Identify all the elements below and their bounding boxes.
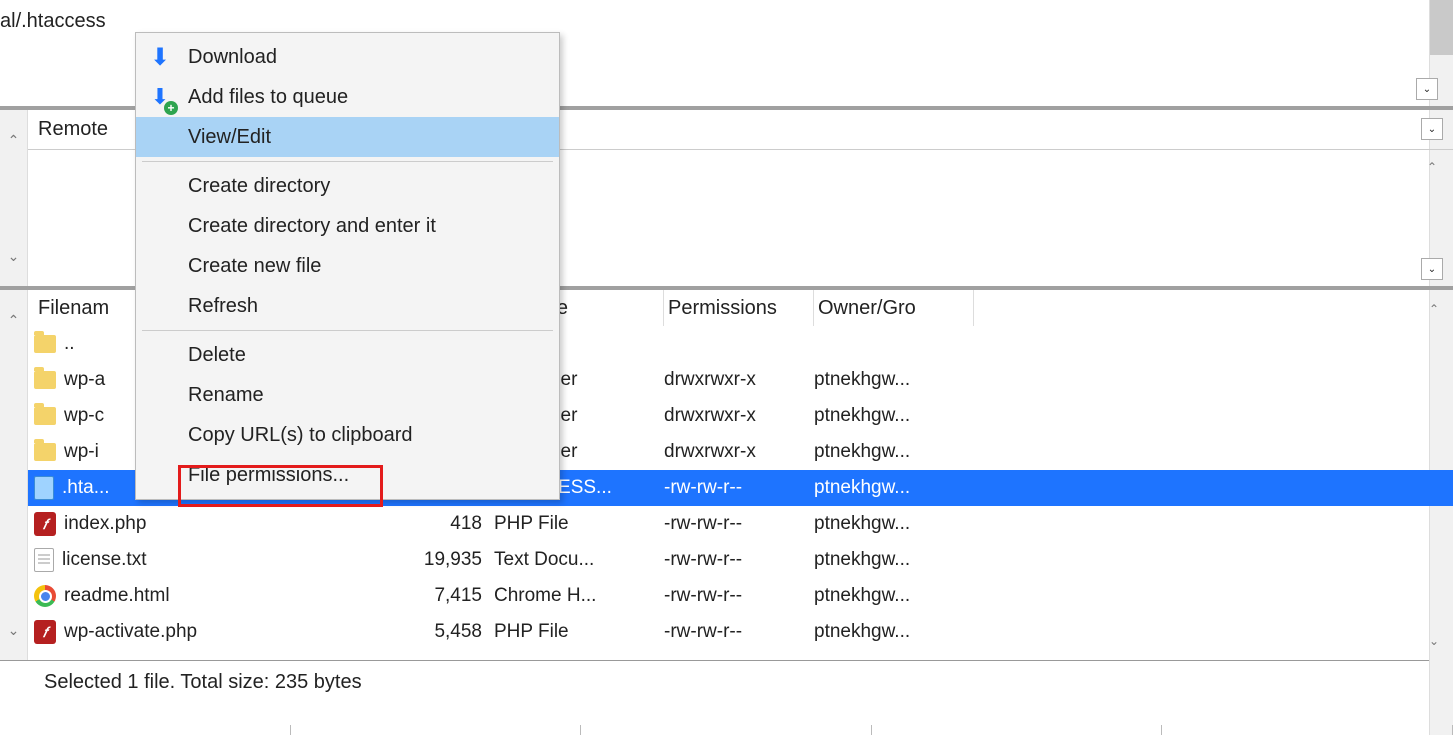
tree-scrollbar[interactable]: ⌃ ⌄ [0,110,28,286]
folder-icon [34,443,56,461]
file-name: wp-i [64,441,99,463]
file-name: .hta... [62,477,110,499]
status-text: Selected 1 file. Total size: 235 bytes [44,671,362,694]
menu-file-permissions[interactable]: File permissions... [136,455,559,495]
menu-add-to-queue[interactable]: ⬇ Add files to queue [136,77,559,117]
file-owner: ptnekhgw... [814,441,974,463]
chevron-down-icon: ⌄ [1423,84,1431,95]
file-name: readme.html [64,585,170,607]
scroll-up-icon[interactable]: ⌃ [0,290,27,350]
file-permissions: -rw-rw-r-- [664,585,814,607]
flash-file-icon: 𝑓 [34,620,56,644]
htaccess-file-icon [34,476,54,500]
remote-path-dropdown[interactable]: ⌄ [1421,118,1443,140]
file-list-scroll-up-icon[interactable]: ⌃ [1423,298,1445,320]
file-size: 418 [374,513,494,535]
file-row[interactable]: 𝑓 wp-activate.php 5,458PHP File-rw-rw-r--p… [28,614,1453,650]
file-size: 19,935 [374,549,494,571]
status-bar: Selected 1 file. Total size: 235 bytes [0,660,1453,704]
remote-scroll-down-icon[interactable]: ⌄ [1421,258,1443,280]
menu-download[interactable]: ⬇ Download [136,37,559,77]
file-permissions: -rw-rw-r-- [664,513,814,535]
col-owner[interactable]: Owner/Gro [814,290,974,326]
menu-create-directory[interactable]: Create directory [136,166,559,206]
download-icon: ⬇ [146,43,174,71]
file-owner: ptnekhgw... [814,621,974,643]
menu-refresh[interactable]: Refresh [136,286,559,326]
file-permissions: drwxrwxr-x [664,369,814,391]
chevron-down-icon: ⌄ [1428,264,1436,275]
file-row[interactable]: readme.html 7,415Chrome H...-rw-rw-r--ptn… [28,578,1453,614]
current-path: al/.htaccess [0,0,135,33]
menu-copy-url[interactable]: Copy URL(s) to clipboard [136,415,559,455]
remote-scroll-up-icon[interactable]: ⌃ [1421,156,1443,178]
file-permissions: drwxrwxr-x [664,441,814,463]
file-permissions: drwxrwxr-x [664,405,814,427]
remote-site-label: Remote [38,118,108,141]
flash-file-icon: 𝑓 [34,512,56,536]
file-type: PHP File [494,513,664,535]
file-owner: ptnekhgw... [814,369,974,391]
folder-icon [34,335,56,353]
file-row[interactable]: 𝑓 index.php 418PHP File-rw-rw-r--ptnekhgw.… [28,506,1453,542]
file-size: 5,458 [374,621,494,643]
scroll-up-icon[interactable]: ⌃ [0,110,27,170]
menu-separator [142,330,553,331]
file-row[interactable]: license.txt 19,935Text Docu...-rw-rw-r--p… [28,542,1453,578]
file-permissions: -rw-rw-r-- [664,549,814,571]
menu-create-directory-enter[interactable]: Create directory and enter it [136,206,559,246]
file-owner: ptnekhgw... [814,405,974,427]
chrome-icon [34,585,56,607]
scroll-down-icon[interactable]: ⌄ [0,600,27,660]
file-owner: ptnekhgw... [814,477,974,499]
file-permissions: -rw-rw-r-- [664,621,814,643]
menu-create-new-file[interactable]: Create new file [136,246,559,286]
file-name: wp-a [64,369,105,391]
col-permissions[interactable]: Permissions [664,290,814,326]
chevron-down-icon: ⌄ [1428,124,1436,135]
bottom-pane-tabs [0,725,1453,735]
file-list-scrollbar-left[interactable]: ⌃ ⌄ [0,290,28,660]
text-file-icon [34,548,54,572]
file-size: 7,415 [374,585,494,607]
file-name: license.txt [62,549,146,571]
file-name: .. [64,333,75,355]
file-type: Chrome H... [494,585,664,607]
menu-view-edit[interactable]: View/Edit [136,117,559,157]
file-permissions: -rw-rw-r-- [664,477,814,499]
file-owner: ptnekhgw... [814,549,974,571]
file-owner: ptnekhgw... [814,585,974,607]
menu-separator [142,161,553,162]
menu-rename[interactable]: Rename [136,375,559,415]
folder-icon [34,407,56,425]
folder-icon [34,371,56,389]
scroll-down-icon[interactable]: ⌄ [0,226,27,286]
file-owner: ptnekhgw... [814,513,974,535]
path-dropdown-button[interactable]: ⌄ [1416,78,1438,100]
file-type: Text Docu... [494,549,664,571]
file-name: index.php [64,513,146,535]
file-list-scroll-down-icon[interactable]: ⌄ [1423,630,1445,652]
file-type: PHP File [494,621,664,643]
menu-delete[interactable]: Delete [136,335,559,375]
file-name: wp-c [64,405,104,427]
add-queue-icon: ⬇ [146,83,174,111]
file-name: wp-activate.php [64,621,197,643]
filezilla-window: al/.htaccess ⌄ ⌃ ⌄ Remote ⌄ ⌃ ⌄ ⌃ ⌄ [0,0,1453,735]
context-menu: ⬇ Download ⬇ Add files to queue View/Edi… [135,32,560,500]
